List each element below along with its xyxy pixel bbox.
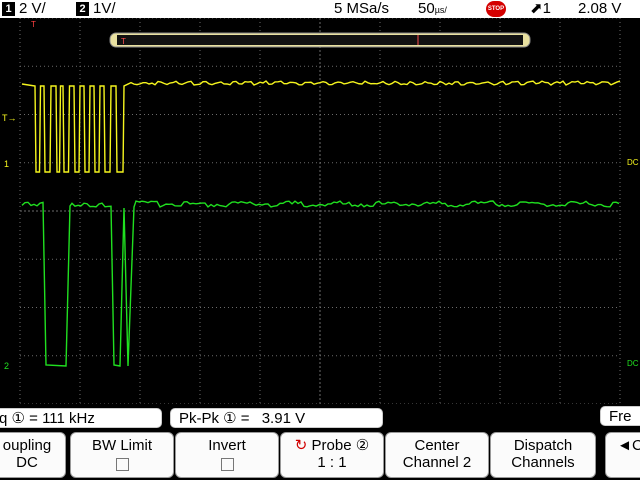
softkey-coupling-label: oupling xyxy=(2,437,52,454)
measurement-frequency-label: q ① = xyxy=(0,410,38,427)
ch1-ground-marker: 1 xyxy=(4,159,9,169)
ch2-dc-marker: DC xyxy=(627,359,639,368)
ch1-waveform xyxy=(21,80,621,173)
ch2-badge: 2 xyxy=(76,2,89,16)
trigger-source[interactable]: ⬈1 xyxy=(530,0,551,18)
softkey-bw-limit-label: BW Limit xyxy=(92,437,152,454)
softkey-bw-limit[interactable]: BW Limit xyxy=(70,432,174,478)
softkey-coupling-value: DC xyxy=(16,454,38,471)
softkey-coupling[interactable]: oupling DC xyxy=(0,432,66,478)
softkey-dispatch-value: Channels xyxy=(511,454,575,471)
ch2-scale-text: 1V/ xyxy=(93,0,116,17)
measurement-pkpk-value: 3.91 V xyxy=(261,410,306,427)
measurement-pkpk-label: Pk-Pk ① = xyxy=(179,410,250,427)
ch1-scale-text: 2 V/ xyxy=(19,0,46,17)
ch2-scale[interactable]: 2 1V/ xyxy=(76,0,116,18)
checkbox-icon xyxy=(220,458,234,471)
measurement-frequency-value: 111 kHz xyxy=(42,410,95,427)
timeline-window xyxy=(117,35,523,45)
ch1-dc-marker: DC xyxy=(627,158,639,167)
status-bar: 12 V/ 2 1V/ 5 MSa/s 50µs/ STOP ⬈1 2.08 V xyxy=(0,0,640,18)
softkey-center-label: Center xyxy=(414,437,460,454)
measurement-extra-label: Fre xyxy=(609,408,632,425)
trigger-level-marker: T→ xyxy=(2,113,17,123)
measurement-pkpk[interactable]: Pk-Pk ① = 3.91 V xyxy=(170,408,383,428)
trigger-edge-icon: ⬈ xyxy=(530,0,543,17)
softkey-invert-label: Invert xyxy=(208,437,246,454)
measurement-frequency[interactable]: q ① = 111 kHz xyxy=(0,408,162,428)
softkey-probe-value: 1 : 1 xyxy=(317,454,347,471)
softkey-dispatch-label: Dispatch xyxy=(513,437,573,454)
softkey-more[interactable]: ◄C xyxy=(605,432,640,478)
softkey-dispatch-channels[interactable]: Dispatch Channels xyxy=(490,432,596,478)
graticule xyxy=(19,18,621,404)
timebase-unit: µs/ xyxy=(434,5,447,15)
softkey-more-label: ◄C xyxy=(617,437,640,454)
softkey-probe-label: ↻ Probe ② xyxy=(281,437,383,454)
checkbox-icon xyxy=(115,458,129,471)
rotate-knob-icon: ↻ xyxy=(294,437,308,454)
ch1-badge: 1 xyxy=(2,2,15,16)
timebase-value: 50 xyxy=(418,0,435,17)
timeline-t-marker: T xyxy=(121,37,126,46)
trigger-pos-marker: T xyxy=(31,20,36,29)
timebase[interactable]: 50µs/ xyxy=(418,0,447,18)
ch1-scale[interactable]: 1 2 V/ xyxy=(2,0,46,18)
stop-icon[interactable]: STOP xyxy=(486,1,506,17)
sample-rate: 5 MSa/s xyxy=(334,0,390,17)
trigger-level: 2.08 V xyxy=(578,0,622,17)
softkey-probe[interactable]: ↻ Probe ② 1 : 1 xyxy=(280,432,384,478)
softkey-center-channel[interactable]: Center Channel 2 xyxy=(385,432,489,478)
ch2-ground-marker: 2 xyxy=(4,361,9,371)
measurement-extra[interactable]: Fre xyxy=(600,406,640,426)
softkey-probe-text: Probe ② xyxy=(311,437,370,454)
trigger-source-text: 1 xyxy=(542,0,551,17)
waveform-display[interactable]: T T T→ 1 2 DC DC xyxy=(0,18,640,404)
softkey-invert[interactable]: Invert xyxy=(175,432,279,478)
softkey-center-value: Channel 2 xyxy=(402,454,472,471)
